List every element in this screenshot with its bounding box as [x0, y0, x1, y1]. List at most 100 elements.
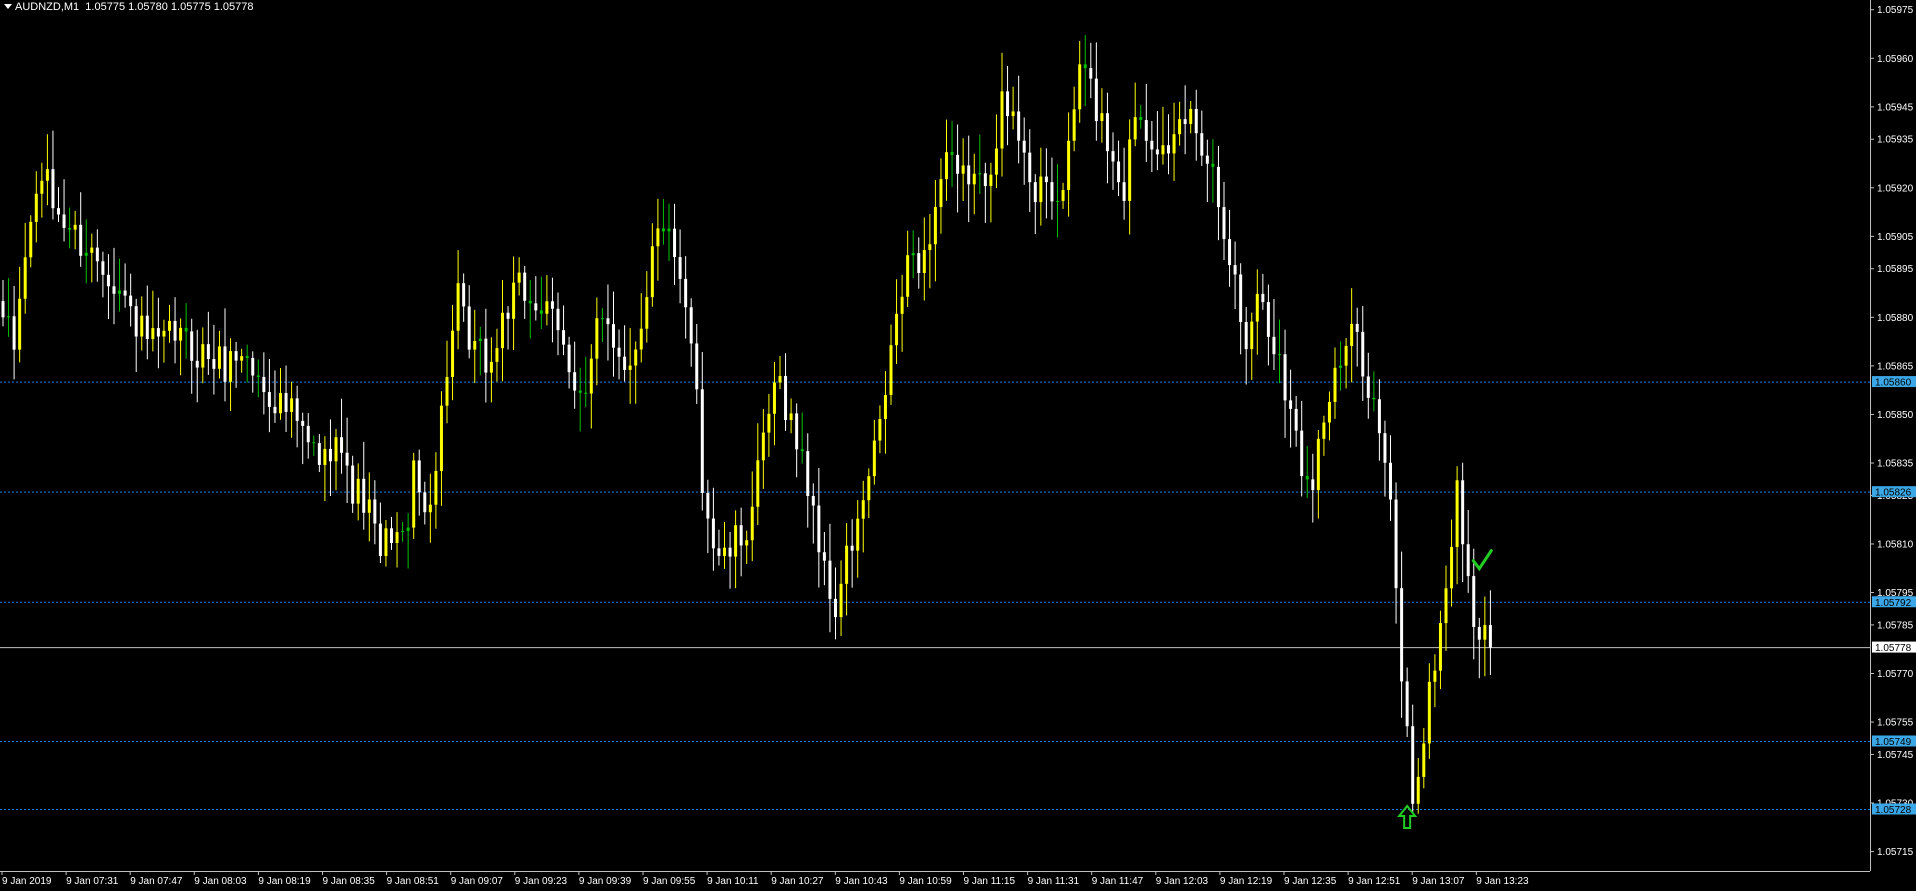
candle-body — [473, 341, 477, 350]
x-tick-label: 9 Jan 13:07 — [1412, 876, 1465, 887]
candle-body — [1278, 354, 1281, 356]
candle-body — [123, 290, 127, 296]
candle-body — [545, 301, 549, 314]
candle-body — [706, 492, 710, 519]
candle-body — [717, 548, 721, 556]
candle-body — [1028, 152, 1032, 183]
x-tick-label: 9 Jan 12:35 — [1284, 876, 1337, 887]
candle-body — [1472, 576, 1476, 627]
bid-tag-label: 1.05778 — [1875, 643, 1912, 654]
candle-body — [478, 338, 482, 342]
candle-body — [284, 393, 288, 412]
candle-body — [1333, 367, 1337, 402]
y-tick-label: 1.05945 — [1877, 102, 1914, 113]
candle-body — [1178, 119, 1182, 135]
candle-body — [539, 310, 543, 314]
candle-body — [523, 272, 527, 301]
candle-body — [301, 420, 305, 426]
price-chart[interactable]: 1.05975 1.05960 1.05945 1.05935 1.05920 1.059… — [0, 0, 1916, 891]
candle-body — [406, 527, 410, 532]
candle-body — [395, 532, 399, 543]
candle-body — [978, 173, 982, 175]
candle-body — [1205, 155, 1209, 164]
candle-body — [595, 318, 599, 359]
candle-body — [1189, 108, 1193, 125]
candle-body — [184, 327, 188, 332]
candle-body — [994, 148, 998, 175]
candle-body — [972, 173, 976, 185]
candle-body — [756, 460, 760, 507]
candle-body — [1416, 776, 1420, 804]
candle-body — [12, 316, 16, 350]
candle-body — [1444, 588, 1448, 624]
y-tick-label: 1.05810 — [1877, 539, 1914, 550]
candle-body — [1383, 433, 1387, 463]
candle-body — [1339, 365, 1343, 368]
x-tick-label: 9 Jan 09:39 — [579, 876, 632, 887]
candle-body — [323, 448, 327, 465]
y-tick-label: 1.05905 — [1877, 232, 1914, 243]
candle-body — [667, 228, 671, 232]
candle-body — [1233, 265, 1237, 275]
candle-body — [822, 552, 826, 561]
candle-body — [1455, 480, 1459, 547]
candle-body — [129, 295, 133, 307]
candle-body — [867, 476, 871, 501]
candle-body — [678, 257, 682, 279]
candle-body — [134, 306, 138, 337]
candle-body — [567, 344, 571, 373]
candle-body — [573, 372, 577, 391]
candle-body — [462, 283, 466, 307]
chevron-down-icon[interactable] — [4, 4, 12, 9]
candle-body — [367, 499, 371, 513]
candle-body — [212, 358, 216, 369]
candle-body — [1033, 182, 1037, 203]
candle-body — [106, 274, 110, 287]
candle-body — [1172, 134, 1176, 154]
candle-body — [512, 282, 516, 319]
candle-body — [1183, 119, 1187, 125]
candle-body — [562, 330, 566, 345]
candle-body — [634, 349, 638, 366]
candle-body — [878, 419, 882, 441]
candle-body — [73, 224, 77, 230]
candle-body — [939, 179, 943, 207]
candle-body — [95, 247, 99, 262]
x-tick-label: 9 Jan 11:15 — [964, 876, 1016, 887]
candle-body — [201, 344, 205, 368]
candle-body — [1366, 376, 1370, 398]
candle-body — [1350, 323, 1354, 346]
candle-body — [1377, 399, 1381, 434]
candle-body — [928, 244, 932, 251]
candle-body — [1094, 78, 1098, 122]
candle-body — [639, 328, 643, 350]
candle-body — [456, 283, 460, 331]
candle-body — [40, 180, 44, 194]
candle-body — [495, 348, 499, 362]
candle-body — [728, 547, 732, 557]
candle-body — [1294, 408, 1298, 431]
candle-body — [1255, 293, 1259, 322]
candle-body — [34, 193, 38, 222]
candle-body — [1194, 108, 1198, 134]
candle-body — [179, 327, 183, 341]
candle-body — [906, 255, 910, 297]
candle-body — [673, 228, 677, 258]
candle-body — [57, 208, 60, 215]
x-tick-label: 9 Jan 2019 — [2, 876, 52, 887]
x-tick-label: 9 Jan 12:51 — [1348, 876, 1401, 887]
candle-body — [845, 545, 849, 584]
candle-body — [1111, 151, 1115, 162]
candle-body — [589, 358, 593, 394]
candle-body — [328, 448, 332, 462]
candle-body — [900, 296, 904, 314]
candle-body — [467, 306, 471, 350]
candle-body — [1067, 140, 1071, 191]
level-tag-label: 1.05728 — [1875, 805, 1912, 816]
candle-body — [190, 331, 194, 361]
candle-body — [1239, 274, 1243, 323]
candle-body — [834, 598, 837, 618]
candle-body — [251, 357, 255, 376]
level-tag-label: 1.05749 — [1875, 737, 1912, 748]
candle-body — [983, 173, 987, 187]
